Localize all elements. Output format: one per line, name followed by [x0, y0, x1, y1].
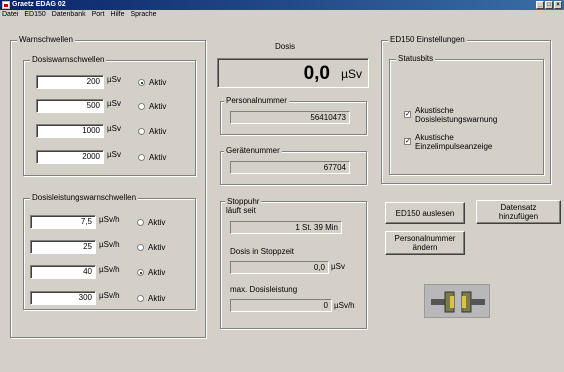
radio-label: Aktiv	[148, 218, 166, 227]
checkbox-dosisleistungswarnung[interactable]: ✓ Akustische Dosisleistungswarnung	[404, 106, 514, 124]
warnschwellen-title: Warnschwellen	[17, 35, 75, 45]
geraetenummer-value: 67704	[230, 161, 350, 174]
menu-port[interactable]: Port	[92, 10, 105, 20]
radio-label: Aktiv	[149, 153, 167, 162]
stoppuhr-max-value: 0	[230, 299, 332, 312]
radio-label: Aktiv	[148, 268, 166, 277]
leistung-threshold-input-4[interactable]: 300	[30, 291, 96, 305]
radio-label: Aktiv	[149, 127, 167, 136]
stoppuhr-laeuft-value: 1 St. 39 Min	[230, 221, 342, 234]
close-button[interactable]: ×	[554, 1, 562, 9]
dosis-unit-2: µSv	[107, 99, 121, 108]
datensatz-hinzufuegen-button[interactable]: Datensatz hinzufügen	[476, 200, 561, 224]
radio-button-icon[interactable]	[138, 79, 145, 86]
dosis-threshold-input-4[interactable]: 2000	[36, 150, 104, 164]
geraetenummer-label: Gerätenummer	[224, 146, 282, 156]
menu-hilfe[interactable]: Hilfe	[110, 10, 124, 20]
dosis-threshold-input-2[interactable]: 500	[36, 99, 104, 113]
connector-graphic	[431, 291, 485, 313]
radio-label: Aktiv	[149, 78, 167, 87]
dosis-unit-3: µSv	[107, 124, 121, 133]
radio-button-icon[interactable]	[138, 128, 145, 135]
menu-datei[interactable]: Datei	[2, 10, 18, 20]
stoppuhr-max-unit: µSv/h	[334, 301, 355, 310]
stoppuhr-dosis-label: Dosis in Stoppzeit	[230, 247, 295, 256]
personalnummer-value: 56410473	[230, 111, 350, 124]
checkbox-einzelimpulseanzeige[interactable]: ✓ Akustische Einzelimpulseanzeige	[404, 133, 514, 151]
radio-button-icon[interactable]	[137, 295, 144, 302]
checkbox-label: Akustische Dosisleistungswarnung	[415, 106, 498, 124]
leistung-unit-4: µSv/h	[99, 291, 120, 300]
leistung-aktiv-radio-1[interactable]: Aktiv	[137, 218, 165, 227]
radio-label: Aktiv	[148, 294, 166, 303]
maximize-button[interactable]: □	[545, 1, 553, 9]
dosis-aktiv-radio-1[interactable]: Aktiv	[138, 78, 166, 87]
checkbox-checked-icon[interactable]: ✓	[404, 111, 411, 118]
leistung-threshold-input-1[interactable]: 7,5	[30, 215, 96, 229]
checkbox-checked-icon[interactable]: ✓	[404, 138, 411, 145]
title-bar: Graetz EDAG 02 _ □ ×	[0, 0, 564, 10]
radio-label: Aktiv	[149, 102, 167, 111]
window-title: Graetz EDAG 02	[12, 1, 66, 8]
app-icon	[2, 1, 10, 9]
leistung-unit-2: µSv/h	[99, 240, 120, 249]
leistung-aktiv-radio-2[interactable]: Aktiv	[137, 243, 165, 252]
dosisleistungswarnschwellen-title: Dosisleistungswarnschwellen	[30, 193, 139, 203]
dosis-threshold-input-1[interactable]: 200	[36, 75, 104, 89]
ed150-settings-title: ED150 Einstellungen	[388, 35, 467, 45]
leistung-aktiv-radio-4[interactable]: Aktiv	[137, 294, 165, 303]
radio-label: Aktiv	[148, 243, 166, 252]
stoppuhr-laeuft-label: läuft seit	[226, 206, 256, 215]
radio-button-icon[interactable]	[137, 269, 144, 276]
dosis-aktiv-radio-2[interactable]: Aktiv	[138, 102, 166, 111]
dosis-value: 0,0	[303, 63, 330, 84]
radio-button-icon[interactable]	[138, 154, 145, 161]
dosiswarnschwellen-title: Dosiswarnschwellen	[30, 55, 107, 65]
personalnummer-label: Personalnummer	[224, 96, 289, 106]
stoppuhr-max-label: max. Dosisleistung	[230, 285, 298, 294]
dosis-aktiv-radio-3[interactable]: Aktiv	[138, 127, 166, 136]
minimize-button[interactable]: _	[536, 1, 544, 9]
menu-sprache[interactable]: Sprache	[130, 10, 156, 20]
dosis-unit: µSv	[341, 67, 362, 81]
leistung-unit-1: µSv/h	[99, 215, 120, 224]
dosis-threshold-input-3[interactable]: 1000	[36, 124, 104, 138]
leistung-threshold-input-3[interactable]: 40	[30, 265, 96, 279]
ed150-auslesen-button[interactable]: ED150 auslesen	[385, 202, 465, 224]
radio-button-icon[interactable]	[138, 103, 145, 110]
stoppuhr-title: Stoppuhr	[225, 197, 262, 206]
dosis-unit-4: µSv	[107, 150, 121, 159]
menu-datenbank[interactable]: Datenbank	[52, 10, 86, 20]
leistung-unit-3: µSv/h	[99, 265, 120, 274]
statusbits-title: Statusbits	[396, 54, 436, 64]
radio-button-icon[interactable]	[137, 219, 144, 226]
checkbox-label: Akustische Einzelimpulseanzeige	[415, 133, 493, 151]
radio-button-icon[interactable]	[137, 244, 144, 251]
personalnummer-aendern-button[interactable]: Personalnummer ändern	[385, 231, 465, 255]
menu-ed150[interactable]: ED150	[24, 10, 45, 20]
dosis-unit-1: µSv	[107, 75, 121, 84]
dosis-display: 0,0 µSv	[217, 58, 369, 88]
dosis-heading: Dosis	[275, 42, 296, 51]
stoppuhr-dosis-unit: µSv	[331, 262, 345, 271]
menu-bar: Datei ED150 Datenbank Port Hilfe Sprache	[0, 10, 564, 20]
port-connector-icon	[424, 284, 490, 318]
dosis-aktiv-radio-4[interactable]: Aktiv	[138, 153, 166, 162]
leistung-aktiv-radio-3[interactable]: Aktiv	[137, 268, 165, 277]
leistung-threshold-input-2[interactable]: 25	[30, 240, 96, 254]
stoppuhr-dosis-value: 0,0	[230, 261, 329, 274]
